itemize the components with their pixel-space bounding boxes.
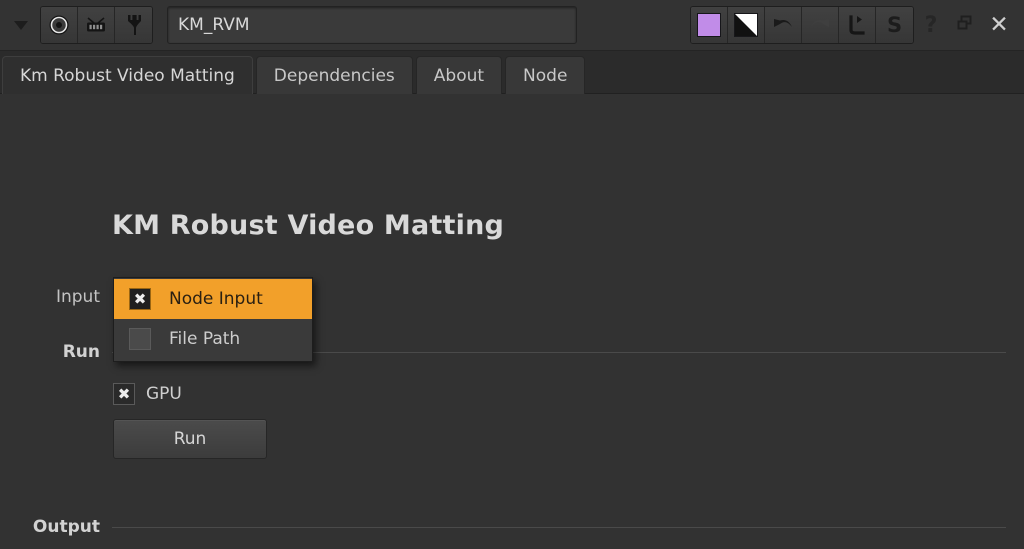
split-square-icon bbox=[734, 13, 758, 37]
undo-button[interactable] bbox=[765, 7, 802, 43]
panel-content: KM Robust Video Matting Input Run ✖ GPU … bbox=[0, 94, 1024, 549]
tab-km-robust-video-matting[interactable]: Km Robust Video Matting bbox=[2, 56, 253, 94]
close-button[interactable]: ✕ bbox=[982, 5, 1016, 45]
gpu-checkbox[interactable]: ✖ bbox=[113, 383, 135, 405]
undo-icon bbox=[771, 15, 795, 35]
mask-toggle-button[interactable] bbox=[728, 7, 765, 43]
run-button-label: Run bbox=[173, 429, 207, 449]
script-s-icon: S bbox=[886, 13, 903, 37]
redo-button[interactable] bbox=[802, 7, 839, 43]
close-icon: ✕ bbox=[989, 11, 1009, 38]
dropdown-item-node-input[interactable]: ✖ Node Input bbox=[114, 279, 312, 319]
tab-label: Km Robust Video Matting bbox=[20, 65, 235, 86]
target-button[interactable] bbox=[41, 7, 78, 43]
check-x-icon: ✖ bbox=[133, 289, 147, 308]
restore-button[interactable] bbox=[948, 5, 982, 45]
dropdown-item-label: Node Input bbox=[169, 289, 263, 309]
node-color-button[interactable] bbox=[691, 7, 728, 43]
redo-icon bbox=[808, 15, 832, 35]
output-section-label: Output bbox=[32, 517, 100, 537]
dropdown-item-label: File Path bbox=[169, 329, 241, 349]
input-dropdown-menu[interactable]: ✖ Node Input File Path bbox=[113, 277, 313, 362]
dropdown-item-file-path[interactable]: File Path bbox=[114, 319, 312, 359]
gpu-label: GPU bbox=[146, 384, 182, 404]
monitor-button[interactable] bbox=[78, 7, 115, 43]
revert-icon bbox=[846, 14, 868, 36]
triangle-down-icon bbox=[13, 19, 29, 31]
right-toolbar-area: S ? ✕ bbox=[684, 5, 1016, 45]
run-section-label: Run bbox=[62, 342, 100, 362]
tab-dependencies[interactable]: Dependencies bbox=[255, 56, 413, 94]
wrench-icon bbox=[123, 13, 145, 37]
tab-label: About bbox=[433, 65, 485, 86]
output-section-divider bbox=[112, 527, 1006, 528]
question-mark-icon: ? bbox=[924, 12, 938, 38]
titlebar: KM_RVM S ? ✕ bbox=[0, 0, 1024, 51]
tab-node[interactable]: Node bbox=[505, 56, 586, 94]
node-input-checkbox[interactable]: ✖ bbox=[129, 288, 151, 310]
help-button[interactable]: ? bbox=[914, 5, 948, 45]
menu-dropdown-button[interactable] bbox=[8, 5, 34, 45]
tab-about[interactable]: About bbox=[415, 56, 503, 94]
tab-bar: Km Robust Video Matting Dependencies Abo… bbox=[0, 51, 1024, 94]
check-x-icon: ✖ bbox=[117, 384, 131, 403]
settings-button[interactable] bbox=[115, 7, 152, 43]
script-button[interactable]: S bbox=[876, 7, 913, 43]
target-icon bbox=[48, 14, 70, 36]
left-toolbar-group bbox=[40, 6, 153, 44]
file-path-checkbox[interactable] bbox=[129, 328, 151, 350]
node-name-value: KM_RVM bbox=[178, 15, 250, 35]
tab-label: Node bbox=[523, 65, 568, 86]
color-swatch-purple-icon bbox=[697, 13, 721, 37]
node-name-input[interactable]: KM_RVM bbox=[167, 6, 577, 44]
tab-label: Dependencies bbox=[273, 65, 395, 86]
right-toolbar-group: S bbox=[690, 6, 914, 44]
run-button[interactable]: Run bbox=[113, 419, 267, 459]
revert-button[interactable] bbox=[839, 7, 876, 43]
input-label: Input bbox=[55, 287, 100, 307]
gpu-checkbox-row[interactable]: ✖ GPU bbox=[113, 383, 182, 405]
monitor-icon bbox=[84, 15, 108, 35]
page-title: KM Robust Video Matting bbox=[112, 210, 505, 241]
restore-window-icon bbox=[956, 14, 974, 36]
plugin-window: KM_RVM S ? ✕ Km Robust Video Matting Dep… bbox=[0, 0, 1024, 549]
